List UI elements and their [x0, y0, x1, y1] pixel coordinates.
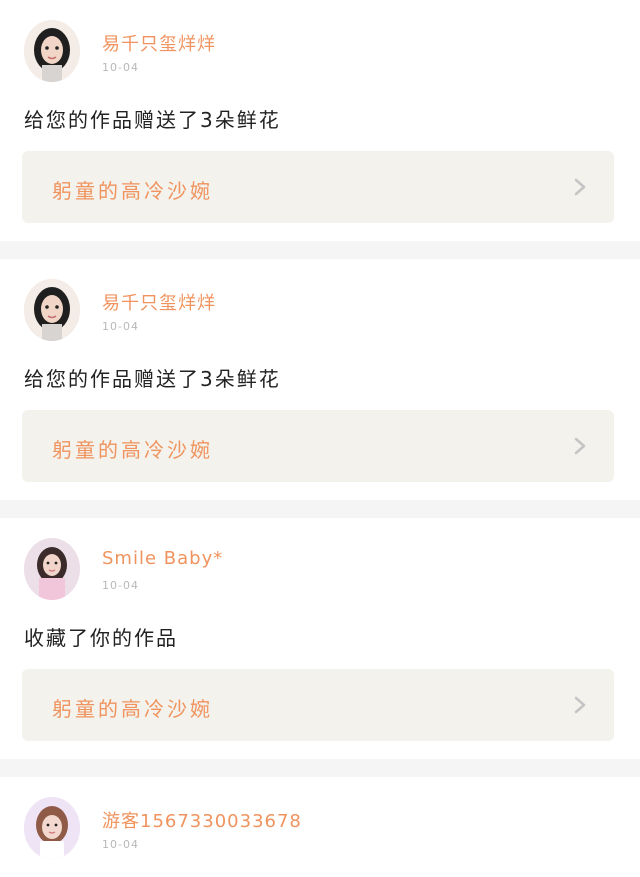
- user-avatar[interactable]: [24, 20, 80, 82]
- notification-feed: 易千只玺烊烊 10-04 给您的作品赠送了3朵鲜花 躬童的高冷沙婉 易千只玺烊烊…: [0, 0, 640, 877]
- notification-item: Smile Baby* 10-04 收藏了你的作品 躬童的高冷沙婉: [0, 518, 640, 759]
- user-name[interactable]: 易千只玺烊烊: [102, 30, 216, 56]
- section-divider: [0, 241, 640, 259]
- timestamp: 10-04: [102, 838, 139, 851]
- work-title: 躬童的高冷沙婉: [52, 438, 213, 462]
- work-link-card[interactable]: 躬童的高冷沙婉: [22, 151, 614, 223]
- work-link-card[interactable]: 躬童的高冷沙婉: [22, 410, 614, 482]
- avatar-image-icon: [24, 538, 80, 600]
- section-divider: [0, 500, 640, 518]
- work-link-card[interactable]: 躬童的高冷沙婉: [22, 669, 614, 741]
- avatar-image-icon: [24, 20, 80, 82]
- avatar-image-icon: [24, 279, 80, 341]
- timestamp: 10-04: [102, 61, 139, 74]
- user-name[interactable]: 游客1567330033678: [102, 807, 302, 833]
- timestamp: 10-04: [102, 320, 139, 333]
- work-title: 躬童的高冷沙婉: [52, 697, 213, 721]
- user-avatar[interactable]: [24, 538, 80, 600]
- user-name[interactable]: Smile Baby*: [102, 548, 223, 569]
- chevron-right-icon: [574, 178, 586, 196]
- avatar-image-icon: [24, 797, 80, 859]
- user-name[interactable]: 易千只玺烊烊: [102, 289, 216, 315]
- user-avatar[interactable]: [24, 797, 80, 859]
- chevron-right-icon: [574, 437, 586, 455]
- notification-text: 收藏了你的作品: [24, 626, 178, 650]
- notification-header: Smile Baby* 10-04: [24, 518, 616, 600]
- notification-text: 给您的作品赠送了3朵鲜花: [24, 108, 281, 132]
- notification-header: 易千只玺烊烊 10-04: [24, 259, 616, 341]
- notification-item: 游客1567330033678 10-04: [0, 777, 640, 877]
- notification-header: 易千只玺烊烊 10-04: [24, 0, 616, 82]
- notification-item: 易千只玺烊烊 10-04 给您的作品赠送了3朵鲜花 躬童的高冷沙婉: [0, 0, 640, 241]
- chevron-right-icon: [574, 696, 586, 714]
- section-divider: [0, 759, 640, 777]
- user-avatar[interactable]: [24, 279, 80, 341]
- timestamp: 10-04: [102, 579, 139, 592]
- notification-text: 给您的作品赠送了3朵鲜花: [24, 367, 281, 391]
- notification-header: 游客1567330033678 10-04: [24, 777, 616, 859]
- work-title: 躬童的高冷沙婉: [52, 179, 213, 203]
- notification-item: 易千只玺烊烊 10-04 给您的作品赠送了3朵鲜花 躬童的高冷沙婉: [0, 259, 640, 500]
